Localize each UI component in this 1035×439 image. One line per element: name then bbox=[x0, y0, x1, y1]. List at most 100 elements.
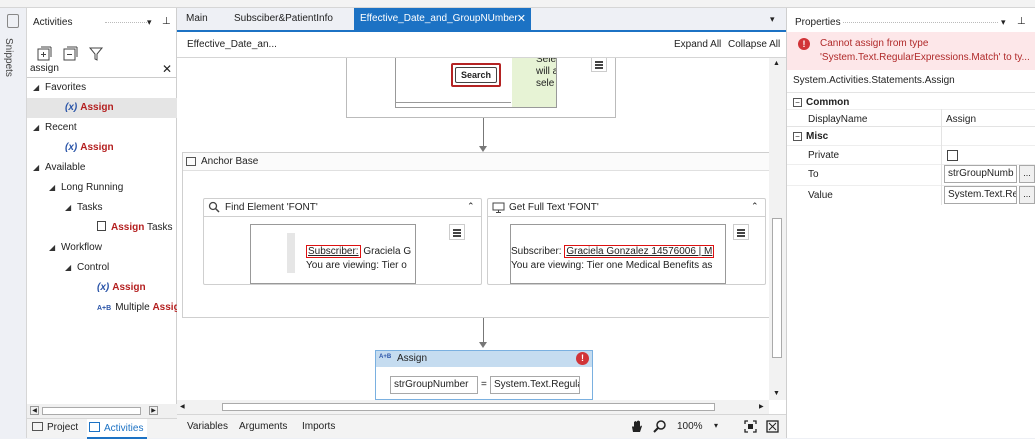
vscroll-thumb[interactable] bbox=[772, 218, 782, 358]
collapse-all-link[interactable]: Collapse All bbox=[728, 39, 780, 50]
tree-group-favorites[interactable]: ◢ Favorites bbox=[27, 78, 177, 98]
scroll-right-icon[interactable]: ▶ bbox=[149, 406, 158, 415]
magnifier-icon bbox=[208, 201, 220, 213]
private-checkbox[interactable] bbox=[947, 150, 958, 161]
search-value: assign bbox=[30, 63, 59, 74]
search-button-label: Search bbox=[455, 67, 497, 83]
tree-group-workflow[interactable]: ◢ Workflow bbox=[27, 238, 177, 258]
clear-search-icon[interactable]: ✕ bbox=[162, 62, 172, 76]
prop-to-expression-button[interactable]: ... bbox=[1019, 165, 1035, 183]
search-button-preview[interactable]: Search bbox=[451, 63, 501, 87]
scroll-right-icon[interactable]: ▶ bbox=[759, 403, 764, 410]
prop-to-input[interactable]: strGroupNumb bbox=[944, 165, 1017, 183]
breadcrumb[interactable]: Effective_Date_an... bbox=[187, 39, 277, 50]
tab-effective-date[interactable]: Effective_Date_and_GroupNUmber ✕ bbox=[354, 8, 531, 32]
assign-activity-icon: (x) bbox=[97, 282, 110, 293]
find-element-line2: You are viewing: Tier o bbox=[306, 260, 407, 271]
zoom-icon[interactable] bbox=[653, 419, 667, 433]
properties-header-line bbox=[843, 22, 998, 23]
pin-icon[interactable]: ⊥ bbox=[162, 16, 171, 27]
assign-activity[interactable]: A+B Assign ! strGroupNumber = System.Tex… bbox=[375, 350, 593, 400]
zoom-dropdown-icon[interactable]: ▾ bbox=[714, 421, 718, 430]
activities-title: Activities bbox=[33, 17, 73, 28]
tree-group-available[interactable]: ◢ Available bbox=[27, 158, 177, 178]
collapse-section-icon[interactable]: − bbox=[793, 98, 802, 107]
scroll-up-icon[interactable]: ▲ bbox=[773, 60, 780, 67]
scroll-thumb[interactable] bbox=[42, 407, 141, 415]
top-activity-screenshot: Search Sele will a sele bbox=[395, 58, 557, 108]
top-activity-menu-icon[interactable] bbox=[591, 58, 607, 72]
get-full-text-activity[interactable]: Get Full Text 'FONT' ⌃ Subscriber: Graci… bbox=[487, 198, 766, 285]
tree-group-long-running[interactable]: ◢ Long Running bbox=[27, 178, 177, 198]
screenshot-left-bar bbox=[287, 233, 295, 273]
error-icon[interactable]: ! bbox=[576, 352, 589, 365]
scroll-left-icon[interactable]: ◀ bbox=[180, 403, 185, 410]
tree-item-assign-control[interactable]: (x) Assign bbox=[27, 278, 177, 298]
expand-all-icon[interactable] bbox=[36, 46, 52, 62]
collapse-all-icon[interactable] bbox=[62, 46, 78, 62]
reset-zoom-icon[interactable] bbox=[766, 420, 779, 433]
imports-tab[interactable]: Imports bbox=[302, 421, 335, 432]
activities-search-input[interactable]: assign ✕ bbox=[27, 61, 177, 78]
close-tab-icon[interactable]: ✕ bbox=[517, 12, 526, 25]
tabs-dropdown-icon[interactable]: ▾ bbox=[770, 14, 775, 25]
anchor-base-header: Anchor Base bbox=[183, 153, 769, 171]
arguments-tab[interactable]: Arguments bbox=[239, 421, 287, 432]
tree-group-recent[interactable]: ◢ Recent bbox=[27, 118, 177, 138]
zoom-level[interactable]: 100% bbox=[677, 421, 703, 432]
panel-dropdown-icon[interactable]: ▾ bbox=[1001, 17, 1006, 28]
scroll-left-icon[interactable]: ◀ bbox=[30, 406, 39, 415]
panel-dropdown-icon[interactable]: ▾ bbox=[147, 17, 152, 28]
collapse-activity-icon[interactable]: ⌃ bbox=[467, 201, 475, 212]
tab-project[interactable]: Project bbox=[32, 422, 78, 433]
prop-value-input[interactable]: System.Text.Reg bbox=[944, 186, 1017, 204]
canvas-hscroll[interactable]: ◀ ▶ bbox=[177, 400, 769, 414]
designer-status-bar: Variables Arguments Imports 100% ▾ bbox=[177, 414, 786, 438]
assign-value-input[interactable]: System.Text.Regula bbox=[490, 376, 580, 394]
snippets-rail[interactable]: Snippets bbox=[0, 8, 27, 438]
assign-header: A+B Assign ! bbox=[376, 351, 592, 367]
tab-subsciber-patient-info[interactable]: Subsciber&PatientInfo bbox=[234, 13, 333, 24]
find-element-screenshot: Subscriber: Graciela G You are viewing: … bbox=[250, 224, 416, 284]
tree-item-assign-favorite[interactable]: (x) Assign bbox=[27, 98, 177, 118]
assign-activity-icon: (x) bbox=[65, 142, 78, 153]
monitor-icon bbox=[492, 202, 505, 214]
tree-item-assign-tasks[interactable]: Assign Tasks bbox=[27, 218, 177, 238]
fit-to-screen-icon[interactable] bbox=[744, 420, 757, 433]
canvas-vscroll[interactable]: ▲ ▼ bbox=[769, 58, 786, 400]
expand-all-link[interactable]: Expand All bbox=[674, 39, 721, 50]
collapse-section-icon[interactable]: − bbox=[793, 132, 802, 141]
tab-activities[interactable]: Activities bbox=[87, 419, 148, 439]
hscroll-thumb[interactable] bbox=[222, 403, 715, 411]
filter-icon[interactable] bbox=[88, 46, 104, 62]
scroll-down-icon[interactable]: ▼ bbox=[773, 390, 780, 397]
get-full-text-title: Get Full Text 'FONT' bbox=[509, 202, 599, 213]
section-misc[interactable]: − Misc bbox=[787, 126, 1035, 146]
assign-to-input[interactable]: strGroupNumber bbox=[390, 376, 478, 394]
tab-main[interactable]: Main bbox=[186, 13, 208, 24]
prop-value-expression-button[interactable]: ... bbox=[1019, 186, 1035, 204]
document-tabs: Main Subsciber&PatientInfo Effective_Dat… bbox=[177, 8, 786, 32]
pan-hand-icon[interactable] bbox=[629, 419, 643, 433]
snippets-label: Snippets bbox=[3, 38, 14, 77]
variables-tab[interactable]: Variables bbox=[187, 421, 228, 432]
activities-hscroll[interactable]: ◀ ▶ bbox=[27, 404, 177, 418]
error-banner: ! Cannot assign from type 'System.Text.R… bbox=[787, 32, 1035, 70]
get-full-text-menu-icon[interactable] bbox=[733, 224, 749, 240]
error-line-2: 'System.Text.RegularExpressions.Match' t… bbox=[820, 52, 1030, 63]
workflow-canvas[interactable]: Search Sele will a sele Anchor Base Find… bbox=[177, 58, 769, 400]
collapse-triangle-icon: ◢ bbox=[33, 163, 40, 172]
tree-group-control[interactable]: ◢ Control bbox=[27, 258, 177, 278]
tree-group-tasks[interactable]: ◢ Tasks bbox=[27, 198, 177, 218]
collapse-activity-icon[interactable]: ⌃ bbox=[751, 201, 759, 212]
anchor-base-container[interactable]: Anchor Base Find Element 'FONT' ⌃ Subscr… bbox=[182, 152, 769, 318]
find-element-line1: Subscriber: Graciela G bbox=[306, 245, 412, 258]
breadcrumb-bar: Effective_Date_an... Expand All Collapse… bbox=[177, 32, 786, 58]
find-element-activity[interactable]: Find Element 'FONT' ⌃ Subscriber: Gracie… bbox=[203, 198, 482, 285]
tree-item-assign-recent[interactable]: (x) Assign bbox=[27, 138, 177, 158]
anchor-base-icon bbox=[186, 157, 196, 166]
find-element-menu-icon[interactable] bbox=[449, 224, 465, 240]
collapse-triangle-icon: ◢ bbox=[65, 263, 72, 272]
pin-icon[interactable]: ⊥ bbox=[1017, 16, 1026, 27]
tree-item-multiple-assign[interactable]: A+B Multiple Assig bbox=[27, 298, 177, 318]
